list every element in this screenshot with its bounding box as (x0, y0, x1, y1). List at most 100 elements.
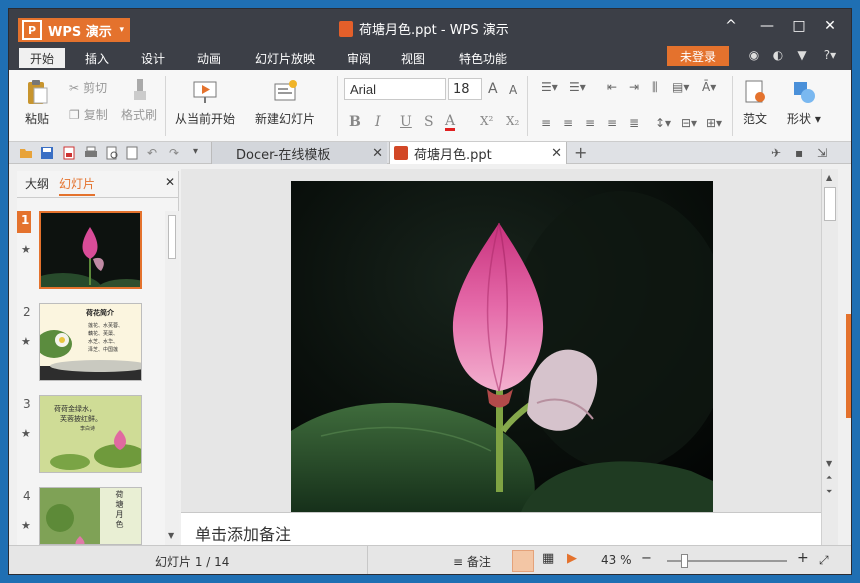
zoom-slider-thumb[interactable] (681, 554, 688, 568)
align-left-icon[interactable]: ≡ (541, 116, 551, 130)
align-text-icon[interactable]: ⊟▾ (681, 116, 697, 130)
shapes-button[interactable]: 形状 ▾ (787, 78, 821, 127)
distribute-icon[interactable]: ≣ (629, 116, 639, 130)
slide-thumbnail-2[interactable]: 荷花简介 莲花、水芙蓉、 藕花、芙蕖、 水芝、水华、 泽芝、中国莲 (39, 303, 142, 381)
skin-icon[interactable]: ◉ (746, 47, 762, 63)
strikethrough-button[interactable]: S (424, 114, 434, 130)
undo-icon[interactable]: ↶ (147, 146, 161, 160)
thumb-title: 荷塘月色 (115, 490, 124, 530)
thumbnail-scrollbar[interactable]: ▼ (165, 211, 179, 545)
close-button[interactable]: ✕ (815, 15, 845, 37)
tab-slideshow[interactable]: 幻灯片放映 (245, 48, 325, 68)
grow-font-icon[interactable]: A (488, 81, 498, 97)
subscript-button[interactable]: X₂ (506, 114, 519, 128)
login-button[interactable]: 未登录 (667, 46, 729, 66)
tab-design[interactable]: 设计 (131, 48, 175, 68)
slide-thumbnail-4[interactable]: 荷塘月色 (39, 487, 142, 545)
zoom-in-icon[interactable]: + (797, 550, 809, 566)
tab-docer[interactable]: Docer-在线模板 ✕ (211, 142, 387, 164)
wps-logo-icon: P (22, 20, 42, 40)
italic-button[interactable]: I (375, 114, 381, 130)
notes-input[interactable]: 单击添加备注 (181, 512, 821, 545)
slide-thumbnail-3[interactable]: 荷荷金绿水， 芙蓉披红鲜。 李白诗 (39, 395, 142, 473)
help-collapse-button[interactable]: ^ (716, 15, 746, 37)
prev-slide-icon[interactable]: ⏶ (826, 473, 832, 483)
app-menu-button[interactable]: P WPS 演示 ▾ (18, 18, 130, 42)
fit-window-icon[interactable]: ⤢ (819, 553, 829, 568)
cut-button[interactable]: ✂ 剪切 (69, 79, 107, 96)
help-icon[interactable]: ? ▾ (817, 47, 843, 63)
thumb-line: 泽芝、中国莲 (88, 347, 119, 353)
pin-icon[interactable]: ✈ (771, 146, 785, 160)
minimize-button[interactable]: — (752, 15, 782, 37)
redo-icon[interactable]: ↷ (169, 146, 183, 160)
pdf-export-icon[interactable] (62, 146, 76, 160)
paste-label: 粘贴 (24, 112, 49, 126)
scroll-up-icon[interactable]: ▲ (826, 173, 832, 182)
scrollbar-thumb[interactable] (168, 215, 176, 259)
zoom-out-icon[interactable]: − (641, 551, 652, 566)
close-tab-icon[interactable]: ✕ (551, 146, 562, 161)
print-preview-icon[interactable] (105, 146, 119, 160)
new-slide-button[interactable]: 新建幻灯片 (255, 78, 315, 127)
print-icon[interactable] (84, 146, 98, 160)
canvas-scrollbar[interactable]: ▲ ▼ ⏶ ⏷ (821, 169, 838, 545)
next-slide-icon[interactable]: ⏷ (826, 487, 832, 497)
slide-thumbnail-1[interactable] (39, 211, 142, 289)
copy-button[interactable]: ❐ 复制 (69, 106, 108, 123)
tab-outline[interactable]: 大纲 (25, 175, 49, 192)
underline-button[interactable]: U (400, 114, 412, 130)
tab-document[interactable]: 荷塘月色.ppt ✕ (389, 142, 567, 164)
paste-button[interactable]: 粘贴 (23, 78, 51, 127)
tab-start[interactable]: 开始 (19, 48, 65, 68)
justify-icon[interactable]: ≡ (607, 116, 617, 130)
font-color-button[interactable]: A (445, 114, 456, 131)
align-center-icon[interactable]: ≡ (563, 116, 573, 130)
format-painter-button[interactable]: 格式刷 (121, 106, 157, 123)
text-align-v-icon[interactable]: ⊞▾ (706, 116, 722, 130)
scroll-down-icon[interactable]: ▼ (826, 459, 832, 468)
tab-slides[interactable]: 幻灯片 (59, 175, 96, 196)
scrollbar-thumb[interactable] (824, 187, 836, 221)
window-mode-icon[interactable]: ▪ (795, 146, 809, 160)
sync-icon[interactable]: ◐ (770, 47, 786, 63)
notes-toggle[interactable]: ≡ 备注 (453, 553, 491, 570)
normal-view-icon[interactable] (512, 550, 534, 572)
align-right-icon[interactable]: ≡ (585, 116, 595, 130)
font-size-select[interactable]: 18 (448, 78, 482, 100)
export-icon[interactable] (125, 146, 139, 160)
save-icon[interactable] (40, 146, 54, 160)
font-name-select[interactable]: Arial (344, 78, 446, 100)
shrink-font-icon[interactable]: A (509, 83, 517, 97)
open-folder-icon[interactable] (19, 146, 33, 160)
customize-dropdown-icon[interactable]: ▾ (193, 146, 207, 160)
side-panel-handle[interactable] (846, 314, 851, 418)
tab-insert[interactable]: 插入 (75, 48, 119, 68)
slide-canvas[interactable] (291, 181, 713, 512)
bold-button[interactable]: B (349, 114, 361, 130)
scroll-down-icon[interactable]: ▼ (168, 531, 174, 540)
text-box-icon[interactable]: Ā▾ (702, 80, 716, 94)
superscript-button[interactable]: X² (480, 114, 493, 128)
columns-icon[interactable]: ▤▾ (672, 80, 689, 94)
decrease-indent-icon[interactable]: ⇤ (607, 80, 617, 94)
slideshow-play-icon[interactable]: ▶ (567, 551, 577, 566)
numbered-list-icon[interactable]: ☰▾ (569, 80, 586, 94)
slide-sorter-icon[interactable]: ▦ (542, 551, 554, 566)
tab-animation[interactable]: 动画 (187, 48, 231, 68)
minimize-tab-icon[interactable]: ⇲ (817, 146, 831, 160)
text-direction-icon[interactable]: ⫼ (652, 80, 658, 95)
shirt-icon[interactable]: ▼ (794, 47, 810, 63)
tab-view[interactable]: 视图 (391, 48, 435, 68)
tab-review[interactable]: 审阅 (337, 48, 381, 68)
play-from-current-button[interactable]: 从当前开始 (175, 78, 235, 127)
increase-indent-icon[interactable]: ⇥ (629, 80, 639, 94)
template-button[interactable]: 范文 (741, 78, 769, 127)
close-pane-icon[interactable]: ✕ (165, 175, 175, 189)
tab-special[interactable]: 特色功能 (451, 48, 515, 68)
close-tab-icon[interactable]: ✕ (372, 146, 383, 161)
maximize-button[interactable]: □ (784, 15, 814, 37)
new-tab-plus-icon[interactable]: + (574, 143, 588, 162)
line-spacing-icon[interactable]: ↕▾ (655, 116, 671, 130)
bullet-list-icon[interactable]: ☰▾ (541, 80, 558, 94)
